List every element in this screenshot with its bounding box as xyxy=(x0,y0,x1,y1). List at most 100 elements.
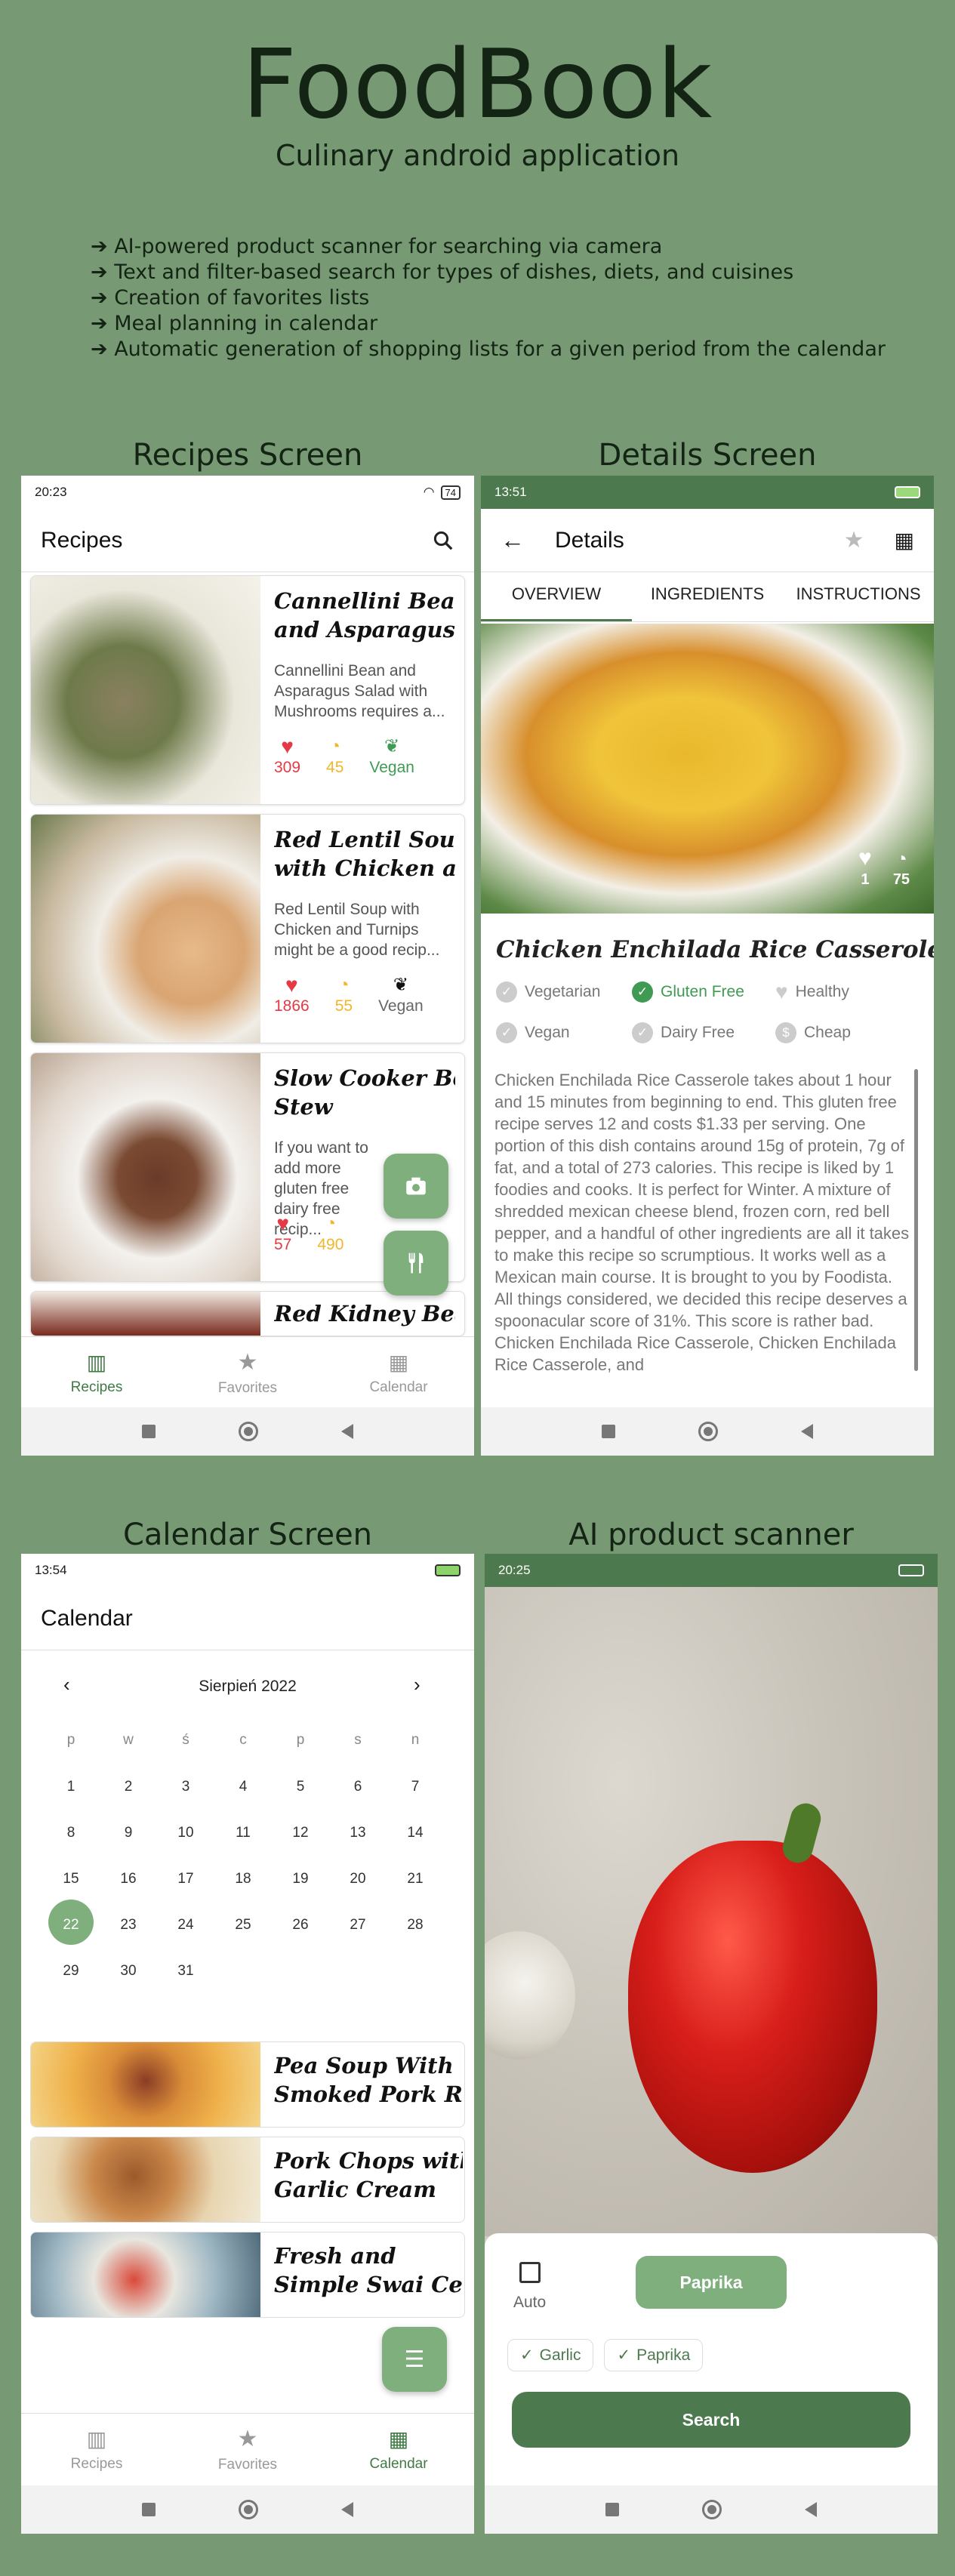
recipe-card[interactable]: Cannellini Beanand Asparagus... Cannelli… xyxy=(30,575,465,805)
calendar-day[interactable]: 13 xyxy=(329,1825,387,1841)
calendar-day[interactable]: 20 xyxy=(329,1871,387,1887)
calendar-day[interactable]: 28 xyxy=(387,1917,444,1934)
tag-vegetarian: ✓ Vegetarian xyxy=(496,980,632,1004)
auto-checkbox[interactable] xyxy=(519,2262,541,2283)
pepper-object xyxy=(628,1841,877,2173)
calendar-day[interactable]: 26 xyxy=(272,1917,329,1934)
product-chip[interactable]: ✓ Paprika xyxy=(604,2339,704,2371)
recents-icon[interactable] xyxy=(142,2503,156,2516)
calendar-day[interactable]: 14 xyxy=(387,1825,444,1841)
nav-recipes[interactable]: ▥ Recipes xyxy=(40,2427,153,2473)
calendar-day[interactable]: 7 xyxy=(387,1779,444,1795)
status-bar: 20:23 ◠ 74 xyxy=(21,476,474,509)
recents-icon[interactable] xyxy=(602,1425,615,1438)
back-icon[interactable] xyxy=(801,1424,813,1439)
search-button[interactable]: Search xyxy=(512,2392,910,2448)
meal-image xyxy=(31,2232,260,2317)
meal-card[interactable]: Pea Soup WithSmoked Pork R... xyxy=(30,2041,465,2128)
back-icon[interactable] xyxy=(341,2502,353,2517)
calendar-day[interactable]: 9 xyxy=(100,1825,157,1841)
calendar-day[interactable]: 12 xyxy=(272,1825,329,1841)
calendar-day[interactable]: 3 xyxy=(157,1779,214,1795)
meal-card[interactable]: Pork Chops with Garlic Cream xyxy=(30,2137,465,2223)
check-icon: ✓ xyxy=(617,2346,631,2364)
back-icon[interactable] xyxy=(341,1424,353,1439)
calendar-day[interactable]: 29 xyxy=(42,1963,100,1980)
calendar-day[interactable]: 30 xyxy=(100,1963,157,1980)
recents-icon[interactable] xyxy=(605,2503,619,2516)
nav-calendar[interactable]: ▦ Calendar xyxy=(342,1350,455,1396)
tab-ingredients[interactable]: INGREDIENTS xyxy=(632,572,783,621)
calendar-day[interactable]: 2 xyxy=(100,1779,157,1795)
time-count: 45 xyxy=(326,759,344,776)
calendar-add-icon[interactable]: ▦ xyxy=(895,528,914,553)
meal-card[interactable]: Fresh andSimple Swai Ce... xyxy=(30,2232,465,2318)
calendar-icon: ▦ xyxy=(388,2427,409,2451)
calendar-day[interactable]: 18 xyxy=(214,1871,272,1887)
home-icon[interactable] xyxy=(239,1422,258,1441)
section-title-recipes: Recipes Screen xyxy=(132,438,363,473)
calendar-day[interactable]: 31 xyxy=(157,1963,214,1980)
nav-favorites[interactable]: ★ Favorites xyxy=(191,1349,304,1397)
weekday-label: n xyxy=(411,1732,420,1748)
calendar-day[interactable]: 4 xyxy=(214,1779,272,1795)
calendar-day[interactable]: 23 xyxy=(100,1917,157,1934)
detected-product-button[interactable]: Paprika xyxy=(636,2256,787,2309)
calendar-day[interactable]: 21 xyxy=(387,1871,444,1887)
calendar-day[interactable]: 17 xyxy=(157,1871,214,1887)
battery-icon xyxy=(895,486,920,498)
favorite-star-icon[interactable]: ★ xyxy=(844,527,864,553)
heart-icon: ♥ xyxy=(281,735,294,758)
meal-fab[interactable] xyxy=(384,1231,448,1296)
scrollbar[interactable] xyxy=(914,1069,918,1371)
battery-icon: 74 xyxy=(440,485,461,500)
tab-overview[interactable]: OVERVIEW xyxy=(481,572,632,621)
product-chip-list: ✓ Garlic ✓ Paprika xyxy=(507,2339,704,2371)
recipe-title: Red Kidney Bean xyxy=(274,1301,455,1327)
recents-icon[interactable] xyxy=(142,1425,156,1438)
back-icon[interactable] xyxy=(805,2502,817,2517)
timer-icon: ◔ xyxy=(329,736,340,756)
search-icon[interactable] xyxy=(432,529,454,552)
weekday-label: ś xyxy=(182,1732,189,1748)
leaf-icon: ❦ xyxy=(384,736,400,756)
calendar-day[interactable]: 5 xyxy=(272,1779,329,1795)
feature-item: ➔ Meal planning in calendar xyxy=(91,312,378,335)
calendar-day[interactable]: 15 xyxy=(42,1871,100,1887)
calendar-day[interactable]: 8 xyxy=(42,1825,100,1841)
recipe-card[interactable]: Red Kidney Bean xyxy=(30,1291,465,1336)
home-icon[interactable] xyxy=(239,2500,258,2519)
camera-fab[interactable] xyxy=(384,1154,448,1219)
recipe-title: Red Lentil Soupwith Chicken a... xyxy=(274,827,455,881)
shopping-list-fab[interactable]: ☰ xyxy=(382,2327,447,2392)
weekday-label: c xyxy=(239,1732,247,1748)
back-arrow-icon[interactable]: ← xyxy=(501,526,525,554)
next-month-icon[interactable]: › xyxy=(414,1673,421,1696)
recipes-phone: 20:23 ◠ 74 Recipes Cannellini Bean and As… xyxy=(21,476,474,1456)
calendar-day[interactable]: 25 xyxy=(214,1917,272,1934)
time-count: 490 xyxy=(317,1236,344,1253)
product-chip[interactable]: ✓ Garlic xyxy=(507,2339,594,2371)
calendar-phone: 13:54 Calendar ‹ Sierpień 2022 › pwścpsn… xyxy=(21,1554,474,2534)
scanner-phone: 20:25 Auto Paprika ✓ Garlic ✓ Paprika Sear… xyxy=(485,1554,938,2534)
calendar-day[interactable]: 16 xyxy=(100,1871,157,1887)
calendar-day[interactable]: 6 xyxy=(329,1779,387,1795)
recipe-card[interactable]: Red Lentil Soupwith Chicken a... Red Len… xyxy=(30,814,465,1043)
recipe-title: Cannellini Beanand Asparagus... xyxy=(274,588,455,642)
recipe-title: Chicken Enchilada Rice Casserole xyxy=(496,936,934,963)
calendar-day[interactable]: 1 xyxy=(42,1779,100,1795)
nav-calendar[interactable]: ▦ Calendar xyxy=(342,2427,455,2473)
calendar-day[interactable]: 11 xyxy=(214,1825,272,1841)
calendar-day[interactable]: 27 xyxy=(329,1917,387,1934)
calendar-day[interactable]: 19 xyxy=(272,1871,329,1887)
calendar-day[interactable]: 22 xyxy=(42,1917,100,1934)
home-icon[interactable] xyxy=(698,1422,718,1441)
calendar-day[interactable]: 10 xyxy=(157,1825,214,1841)
tab-instructions[interactable]: INSTRUCTIONS xyxy=(783,572,934,621)
calendar-day[interactable]: 24 xyxy=(157,1917,214,1934)
home-icon[interactable] xyxy=(702,2500,722,2519)
nav-recipes[interactable]: ▥ Recipes xyxy=(40,1350,153,1396)
feature-item: ➔ Text and filter-based search for types… xyxy=(91,260,794,284)
nav-favorites[interactable]: ★ Favorites xyxy=(191,2426,304,2473)
timer-icon: ◔ xyxy=(325,1213,337,1234)
